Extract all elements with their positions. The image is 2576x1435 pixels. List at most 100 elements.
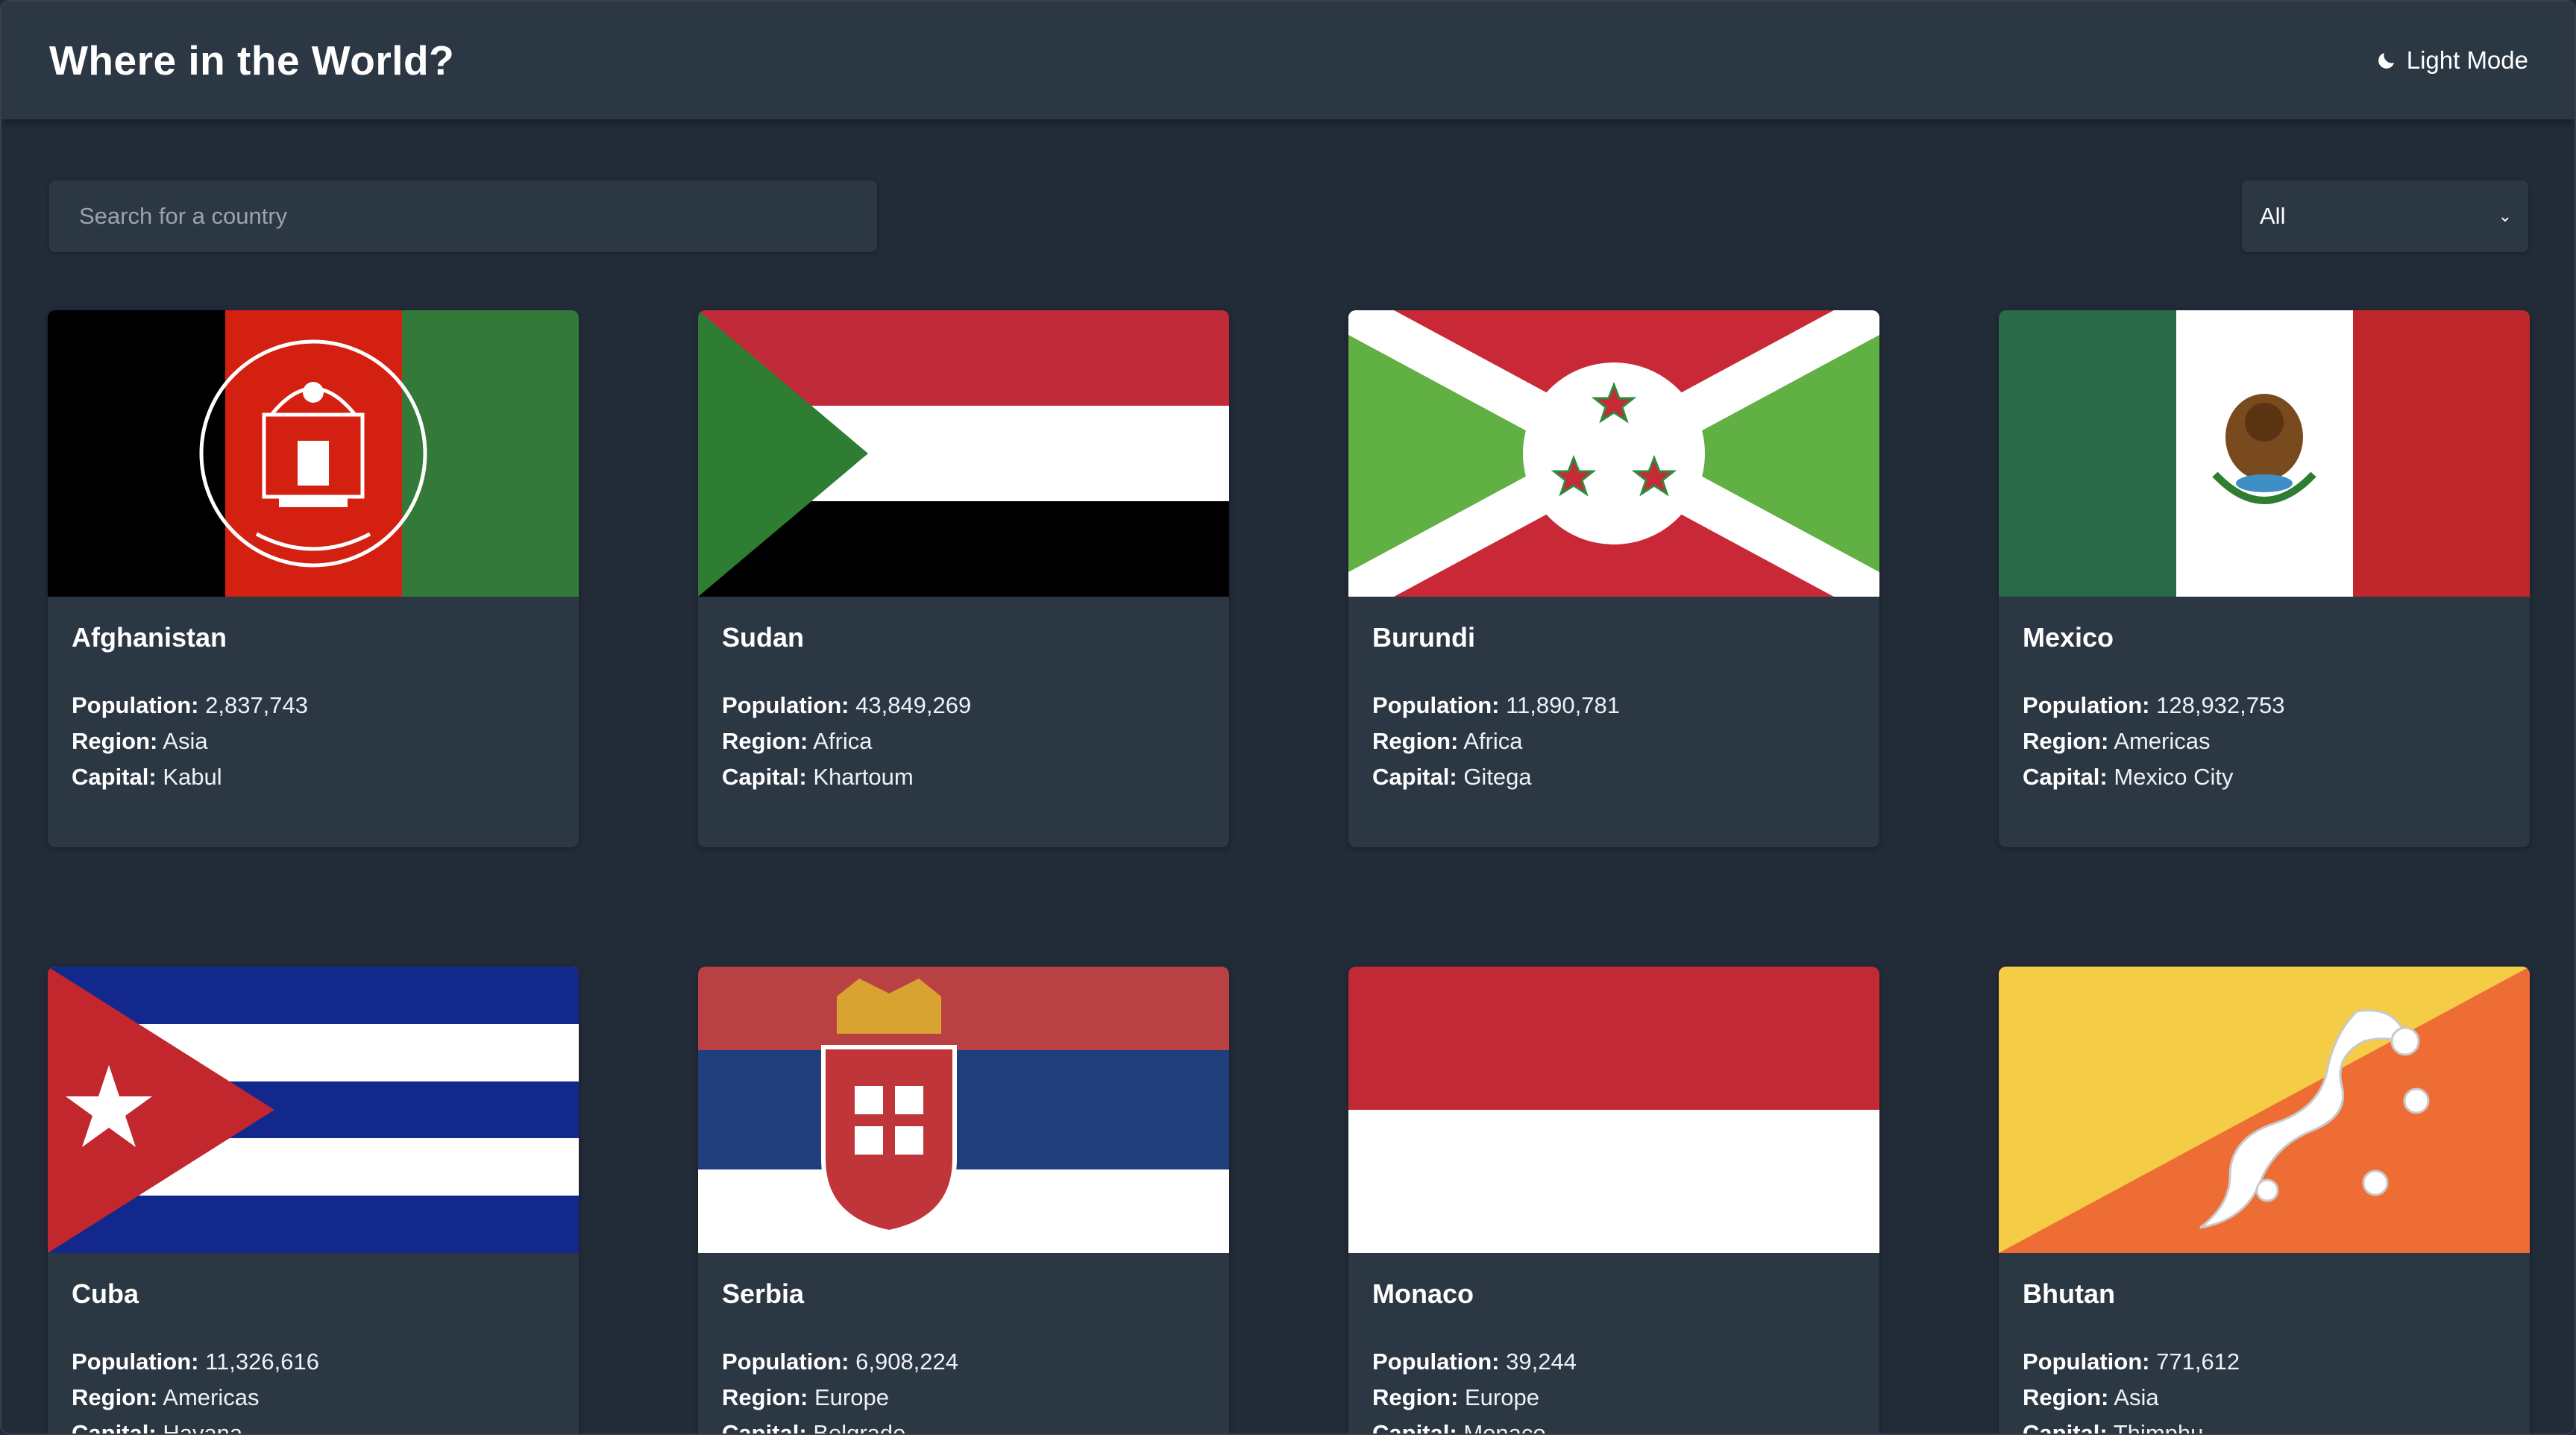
population-row: Population: 128,932,753 (2023, 688, 2506, 723)
capital-label: Capital: (2023, 1420, 2108, 1435)
population-row: Population: 39,244 (1372, 1344, 1856, 1380)
region-row: Region: Americas (2023, 723, 2506, 759)
population-label: Population: (1372, 1348, 1500, 1375)
country-name: Afghanistan (72, 622, 227, 653)
population-row: Population: 11,326,616 (72, 1344, 555, 1380)
flag-mexico (1999, 310, 2530, 597)
header: Where in the World? Light Mode (1, 1, 2575, 119)
region-value: Asia (2114, 1384, 2159, 1410)
capital-label: Capital: (1372, 1420, 1457, 1435)
capital-value: Havana (163, 1420, 243, 1435)
theme-toggle-button[interactable]: Light Mode (2375, 46, 2528, 75)
capital-row: Capital: Khartoum (722, 759, 1205, 795)
population-label: Population: (722, 1348, 849, 1375)
card-body: Afghanistan Population: 2,837,743 Region… (48, 597, 579, 817)
region-value: Africa (813, 728, 873, 754)
chevron-down-icon: ⌄ (2498, 207, 2512, 225)
page-title: Where in the World? (49, 37, 455, 84)
region-label: Region: (1372, 1384, 1459, 1410)
region-row: Region: Asia (2023, 1380, 2506, 1416)
capital-label: Capital: (722, 1420, 807, 1435)
country-name: Cuba (72, 1278, 139, 1309)
population-value: 11,890,781 (1506, 692, 1620, 718)
capital-row: Capital: Monaco (1372, 1416, 1856, 1435)
card-body: Mexico Population: 128,932,753 Region: A… (1999, 597, 2530, 817)
region-filter-select[interactable]: All ⌄ (2242, 180, 2528, 252)
card-body: Burundi Population: 11,890,781 Region: A… (1348, 597, 1879, 817)
app-window: Where in the World? Light Mode All ⌄ (0, 0, 2576, 1435)
country-card[interactable]: Monaco Population: 39,244 Region: Europe… (1348, 967, 1879, 1435)
capital-label: Capital: (72, 1420, 157, 1435)
controls-bar: All ⌄ (49, 180, 2528, 252)
population-row: Population: 43,849,269 (722, 688, 1205, 723)
region-row: Region: Europe (1372, 1380, 1856, 1416)
region-label: Region: (722, 728, 808, 754)
capital-label: Capital: (722, 764, 807, 790)
region-value: Asia (163, 728, 208, 754)
population-label: Population: (72, 692, 199, 718)
population-value: 43,849,269 (855, 692, 972, 718)
flag-cuba (48, 967, 579, 1253)
population-value: 39,244 (1506, 1348, 1577, 1375)
population-value: 11,326,616 (205, 1348, 319, 1375)
flag-afghanistan (48, 310, 579, 597)
region-label: Region: (722, 1384, 808, 1410)
region-row: Region: Europe (722, 1380, 1205, 1416)
card-body: Monaco Population: 39,244 Region: Europe… (1348, 1253, 1879, 1435)
card-body: Serbia Population: 6,908,224 Region: Eur… (698, 1253, 1229, 1435)
capital-row: Capital: Mexico City (2023, 759, 2506, 795)
population-label: Population: (2023, 692, 2150, 718)
country-card[interactable]: Mexico Population: 128,932,753 Region: A… (1999, 310, 2530, 847)
flag-serbia (698, 967, 1229, 1253)
population-row: Population: 6,908,224 (722, 1344, 1205, 1380)
capital-row: Capital: Thimphu (2023, 1416, 2506, 1435)
flag-bhutan (1999, 967, 2530, 1253)
region-value: Europe (814, 1384, 889, 1410)
region-label: Region: (2023, 1384, 2109, 1410)
population-row: Population: 11,890,781 (1372, 688, 1856, 723)
population-row: Population: 771,612 (2023, 1344, 2506, 1380)
population-value: 2,837,743 (205, 692, 309, 718)
capital-value: Belgrade (813, 1420, 906, 1435)
country-card[interactable]: Cuba Population: 11,326,616 Region: Amer… (48, 967, 579, 1435)
capital-value: Thimphu (2113, 1420, 2204, 1435)
search-input[interactable] (49, 180, 877, 252)
card-body: Cuba Population: 11,326,616 Region: Amer… (48, 1253, 579, 1435)
country-name: Mexico (2023, 622, 2114, 653)
capital-value: Kabul (163, 764, 222, 790)
country-card[interactable]: Bhutan Population: 771,612 Region: Asia … (1999, 967, 2530, 1435)
country-name: Burundi (1372, 622, 1475, 653)
country-card[interactable]: Afghanistan Population: 2,837,743 Region… (48, 310, 579, 847)
region-row: Region: Asia (72, 723, 555, 759)
country-name: Monaco (1372, 1278, 1474, 1309)
population-value: 128,932,753 (2156, 692, 2285, 718)
country-card[interactable]: Burundi Population: 11,890,781 Region: A… (1348, 310, 1879, 847)
region-label: Region: (72, 728, 158, 754)
capital-value: Monaco (1463, 1420, 1546, 1435)
population-label: Population: (722, 692, 849, 718)
population-label: Population: (72, 1348, 199, 1375)
flag-sudan (698, 310, 1229, 597)
region-row: Region: Americas (72, 1380, 555, 1416)
region-value: Africa (1463, 728, 1523, 754)
region-value: Europe (1465, 1384, 1539, 1410)
country-card[interactable]: Serbia Population: 6,908,224 Region: Eur… (698, 967, 1229, 1435)
population-label: Population: (1372, 692, 1500, 718)
region-row: Region: Africa (1372, 723, 1856, 759)
country-card[interactable]: Sudan Population: 43,849,269 Region: Afr… (698, 310, 1229, 847)
flag-burundi (1348, 310, 1879, 597)
region-filter-value: All (2260, 203, 2286, 229)
card-body: Bhutan Population: 771,612 Region: Asia … (1999, 1253, 2530, 1435)
flag-monaco (1348, 967, 1879, 1253)
capital-row: Capital: Gitega (1372, 759, 1856, 795)
region-label: Region: (72, 1384, 158, 1410)
country-name: Bhutan (2023, 1278, 2115, 1309)
region-label: Region: (1372, 728, 1459, 754)
capital-row: Capital: Havana (72, 1416, 555, 1435)
region-value: Americas (163, 1384, 260, 1410)
region-row: Region: Africa (722, 723, 1205, 759)
capital-value: Khartoum (813, 764, 914, 790)
capital-value: Mexico City (2114, 764, 2234, 790)
country-name: Serbia (722, 1278, 805, 1309)
region-label: Region: (2023, 728, 2109, 754)
